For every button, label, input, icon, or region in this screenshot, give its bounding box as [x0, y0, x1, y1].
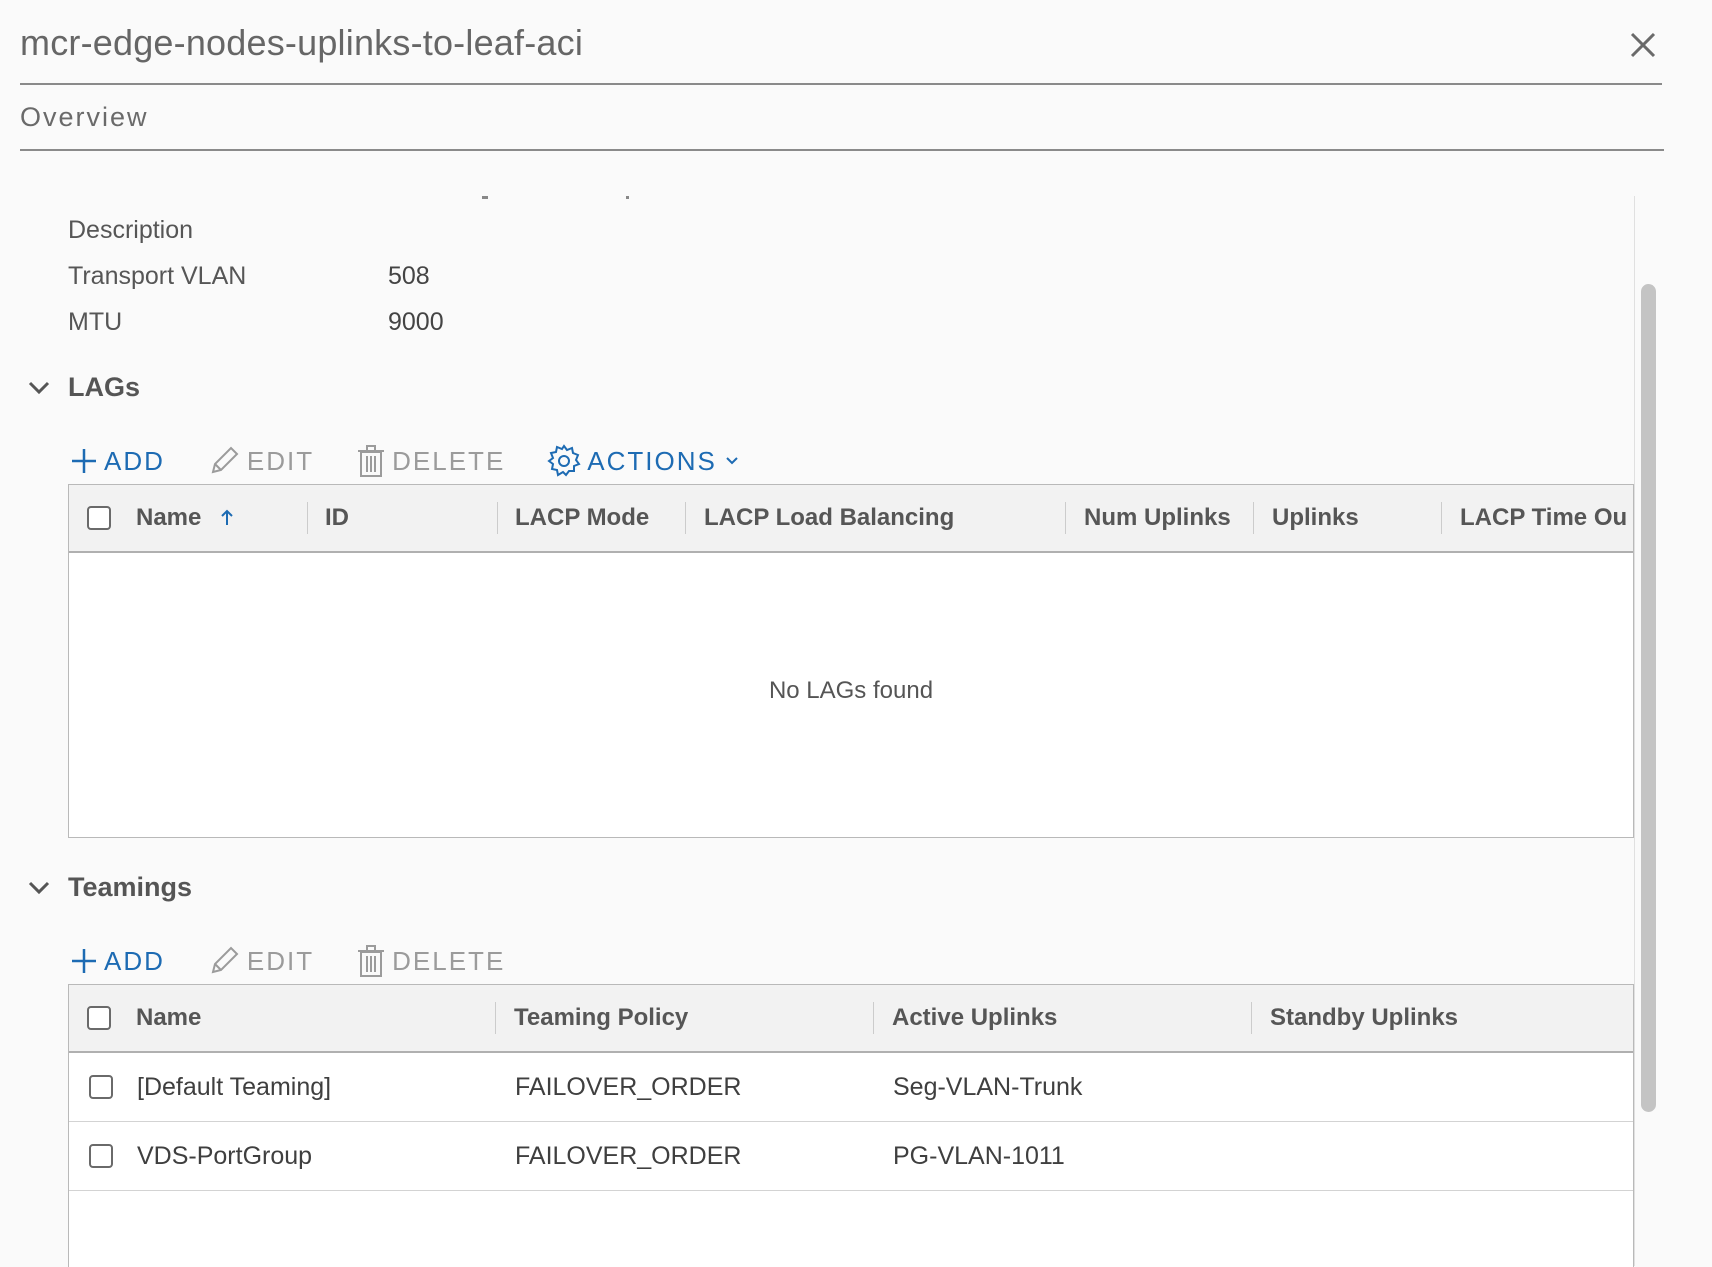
- lags-grid-header: Name ID LACP Mode LACP Load Balancing Nu…: [69, 485, 1633, 553]
- column-separator[interactable]: [1441, 502, 1442, 534]
- teamings-select-all-checkbox[interactable]: [87, 1006, 111, 1030]
- row-policy: FAILOVER_ORDER: [515, 1072, 742, 1101]
- table-row[interactable]: VDS-PortGroup FAILOVER_ORDER PG-VLAN-101…: [69, 1122, 1633, 1191]
- tab-divider: [20, 149, 1664, 151]
- pencil-icon: [211, 946, 239, 974]
- close-icon[interactable]: [1626, 28, 1660, 62]
- header-divider: [20, 83, 1662, 85]
- column-separator[interactable]: [685, 502, 686, 534]
- lags-col-name[interactable]: Name: [136, 485, 237, 551]
- mtu-value: 9000: [388, 308, 444, 336]
- lags-col-num-uplinks[interactable]: Num Uplinks: [1084, 485, 1231, 551]
- lags-section-header[interactable]: LAGs: [26, 372, 140, 403]
- teamings-col-name[interactable]: Name: [136, 985, 201, 1051]
- lags-col-lacp-load-balancing[interactable]: LACP Load Balancing: [704, 485, 954, 551]
- lags-title: LAGs: [68, 372, 141, 402]
- lags-add-label: ADD: [104, 445, 165, 476]
- lags-actions-label: ACTIONS: [587, 445, 717, 476]
- column-separator[interactable]: [1065, 502, 1066, 534]
- row-active-uplinks: Seg-VLAN-Trunk: [893, 1072, 1083, 1101]
- lags-add-button[interactable]: ADD: [70, 446, 165, 477]
- lags-col-lacp-time-out[interactable]: LACP Time Ou: [1460, 485, 1627, 551]
- mtu-label: MTU: [68, 308, 123, 336]
- column-separator[interactable]: [1251, 1002, 1252, 1034]
- table-row[interactable]: [Default Teaming] FAILOVER_ORDER Seg-VLA…: [69, 1053, 1633, 1122]
- gear-icon: [547, 444, 581, 477]
- plus-icon: [72, 949, 96, 973]
- column-separator[interactable]: [497, 502, 498, 534]
- teamings-add-label: ADD: [104, 945, 165, 976]
- dialog-title: mcr-edge-nodes-uplinks-to-leaf-aci: [20, 22, 584, 63]
- teamings-col-standby-uplinks[interactable]: Standby Uplinks: [1270, 985, 1458, 1051]
- teamings-delete-label: DELETE: [392, 945, 506, 976]
- chevron-down-icon[interactable]: [26, 875, 52, 901]
- row-checkbox[interactable]: [89, 1144, 113, 1168]
- teamings-section-header[interactable]: Teamings: [26, 872, 192, 903]
- column-separator[interactable]: [495, 1002, 496, 1034]
- row-policy: FAILOVER_ORDER: [515, 1141, 742, 1170]
- lags-col-uplinks[interactable]: Uplinks: [1272, 485, 1359, 551]
- teamings-toolbar: ADD EDIT DELETE: [70, 944, 547, 978]
- column-separator[interactable]: [1253, 502, 1254, 534]
- pencil-icon: [211, 446, 239, 474]
- lags-toolbar: ADD EDIT DELETE ACTIONS: [70, 444, 789, 478]
- teamings-edit-button[interactable]: EDIT: [207, 944, 314, 978]
- transport-vlan-label: Transport VLAN: [68, 262, 247, 290]
- chevron-down-icon: [726, 457, 738, 465]
- teamings-title: Teamings: [68, 872, 193, 902]
- trash-icon: [358, 445, 385, 477]
- tab-overview[interactable]: Overview: [20, 102, 149, 133]
- column-separator[interactable]: [307, 502, 308, 534]
- lags-grid: Name ID LACP Mode LACP Load Balancing Nu…: [68, 484, 1634, 838]
- sort-ascending-icon: [221, 509, 234, 525]
- transport-vlan-value: 508: [388, 262, 430, 290]
- teamings-add-button[interactable]: ADD: [70, 946, 165, 977]
- description-label: Description: [68, 216, 194, 244]
- lags-delete-label: DELETE: [392, 445, 506, 476]
- teamings-col-policy[interactable]: Teaming Policy: [514, 985, 688, 1051]
- lags-col-id[interactable]: ID: [325, 485, 349, 551]
- lags-col-lacp-mode[interactable]: LACP Mode: [515, 485, 649, 551]
- row-active-uplinks: PG-VLAN-1011: [893, 1141, 1065, 1170]
- teamings-delete-button[interactable]: DELETE: [356, 944, 505, 978]
- teamings-col-active-uplinks[interactable]: Active Uplinks: [892, 985, 1057, 1051]
- teamings-edit-label: EDIT: [246, 945, 315, 976]
- row-name: [Default Teaming]: [137, 1072, 332, 1101]
- row-checkbox[interactable]: [89, 1075, 113, 1099]
- lags-edit-button[interactable]: EDIT: [207, 444, 314, 478]
- teamings-grid-header: Name Teaming Policy Active Uplinks Stand…: [69, 985, 1633, 1053]
- column-separator[interactable]: [873, 1002, 874, 1034]
- plus-icon: [72, 449, 96, 473]
- lags-col-name-label: Name: [136, 504, 202, 531]
- row-name: VDS-PortGroup: [137, 1141, 313, 1170]
- lags-delete-button[interactable]: DELETE: [356, 444, 505, 478]
- lags-empty-message: No LAGs found: [768, 677, 934, 704]
- lags-actions-button[interactable]: ACTIONS: [547, 444, 747, 478]
- scrollbar-thumb[interactable]: [1641, 284, 1656, 1112]
- lags-edit-label: EDIT: [246, 445, 315, 476]
- lags-select-all-checkbox[interactable]: [87, 506, 111, 530]
- teamings-grid: Name Teaming Policy Active Uplinks Stand…: [68, 984, 1634, 1267]
- trash-icon: [358, 945, 385, 977]
- chevron-down-icon[interactable]: [26, 375, 52, 401]
- clipped-text-remnant: [482, 196, 629, 199]
